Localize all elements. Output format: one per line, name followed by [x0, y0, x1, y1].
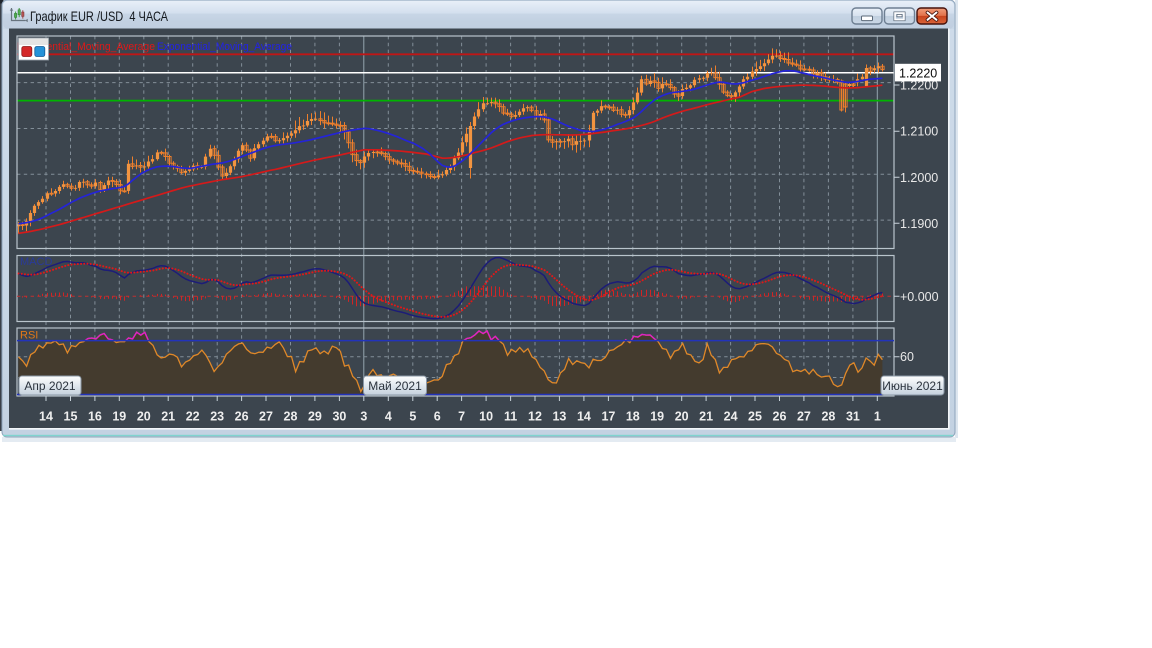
- svg-text:19: 19: [650, 410, 664, 424]
- svg-text:RSI: RSI: [20, 330, 38, 342]
- svg-text:1.2000: 1.2000: [900, 171, 938, 185]
- svg-text:Апр 2021: Апр 2021: [24, 379, 76, 393]
- svg-text:7: 7: [458, 410, 465, 424]
- svg-text:1.2100: 1.2100: [900, 125, 938, 139]
- svg-text:Май 2021: Май 2021: [368, 379, 422, 393]
- svg-text:28: 28: [284, 410, 298, 424]
- svg-text:3: 3: [360, 410, 367, 424]
- svg-text:21: 21: [161, 410, 175, 424]
- svg-text:13: 13: [552, 410, 566, 424]
- svg-text:1.2220: 1.2220: [899, 66, 937, 80]
- svg-text:27: 27: [797, 410, 811, 424]
- svg-text:27: 27: [259, 410, 273, 424]
- svg-text:22: 22: [186, 410, 200, 424]
- svg-text:25: 25: [748, 410, 762, 424]
- svg-text:12: 12: [528, 410, 542, 424]
- svg-text:26: 26: [773, 410, 787, 424]
- svg-text:31: 31: [846, 410, 860, 424]
- svg-text:20: 20: [675, 410, 689, 424]
- svg-text:1: 1: [874, 410, 881, 424]
- svg-text:23: 23: [210, 410, 224, 424]
- svg-text:19: 19: [112, 410, 126, 424]
- svg-text:21: 21: [699, 410, 713, 424]
- svg-text:4: 4: [385, 410, 392, 424]
- svg-text:26: 26: [235, 410, 249, 424]
- svg-text:MACD: MACD: [20, 256, 52, 268]
- svg-text:14: 14: [577, 410, 591, 424]
- svg-text:29: 29: [308, 410, 322, 424]
- svg-text:Exponential_Moving_Average: Exponential_Moving_Average: [157, 41, 292, 53]
- svg-text:16: 16: [88, 410, 102, 424]
- svg-text:15: 15: [64, 410, 78, 424]
- svg-text:17: 17: [601, 410, 615, 424]
- svg-text:10: 10: [479, 410, 493, 424]
- svg-text:60: 60: [900, 350, 914, 364]
- svg-text:5: 5: [409, 410, 416, 424]
- svg-text:1.1900: 1.1900: [900, 217, 938, 231]
- svg-text:24: 24: [724, 410, 738, 424]
- svg-text:График EUR /USD 4 ЧАСА: График EUR /USD 4 ЧАСА: [30, 9, 169, 24]
- svg-text:14: 14: [39, 410, 53, 424]
- svg-text:28: 28: [821, 410, 835, 424]
- svg-text:18: 18: [626, 410, 640, 424]
- svg-text:6: 6: [434, 410, 441, 424]
- svg-text:30: 30: [332, 410, 346, 424]
- svg-text:11: 11: [504, 410, 517, 424]
- svg-text:Июнь 2021: Июнь 2021: [882, 379, 943, 393]
- svg-text:+0.000: +0.000: [900, 290, 939, 304]
- svg-text:20: 20: [137, 410, 151, 424]
